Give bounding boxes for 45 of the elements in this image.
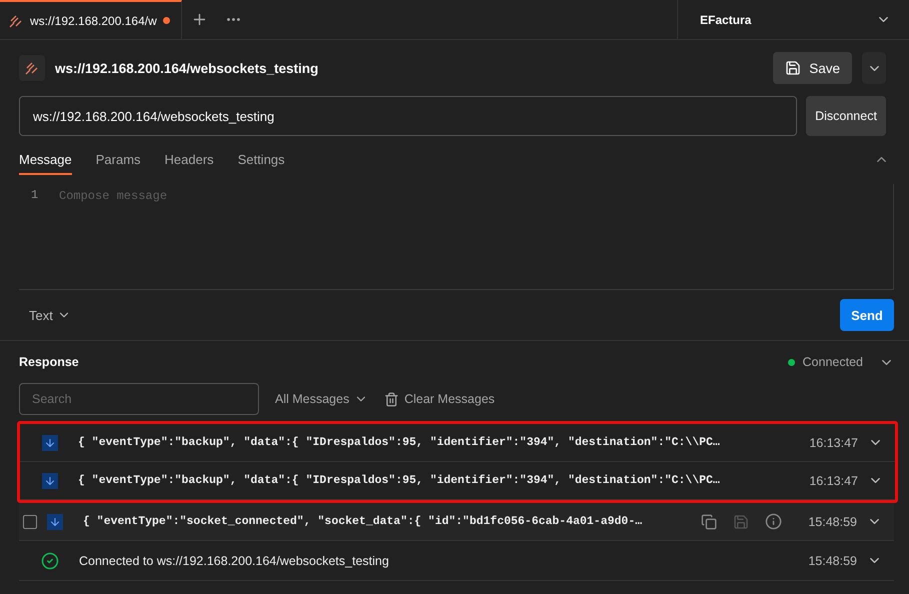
filter-dropdown[interactable]: All Messages: [275, 392, 368, 406]
message-text: { "eventType":"socket_connected", "socket_data":{ "id":"bd1fc056-6cab-4a01-a9d0-…: [83, 515, 643, 528]
line-number: 1: [30, 187, 40, 204]
message-tab[interactable]: Message: [19, 152, 72, 175]
tab-label: ws://192.168.200.164/w: [30, 14, 157, 28]
response-title: Response: [19, 355, 79, 369]
environment-selector[interactable]: EFactura: [677, 0, 909, 39]
message-tab[interactable]: Params: [96, 152, 141, 175]
arrow-down-icon: [42, 472, 58, 488]
send-button[interactable]: Send: [840, 299, 894, 331]
disconnect-button[interactable]: Disconnect: [806, 96, 886, 136]
message-time: 15:48:59: [808, 514, 857, 528]
copy-icon[interactable]: [701, 514, 718, 530]
message-editor[interactable]: Compose message: [59, 184, 894, 289]
message-row[interactable]: Connected to ws://192.168.200.164/websockets_testing 15:48:59: [19, 541, 894, 581]
connection-status: Connected: [802, 355, 863, 369]
info-icon[interactable]: [765, 513, 782, 530]
message-row[interactable]: { "eventType":"backup", "data":{ "IDrespaldos":95, "identifier":"394", "destination":"C:\\PC… 16:13:47: [20, 462, 895, 500]
message-row[interactable]: { "eventType":"socket_connected", "socket_data":{ "id":"bd1fc056-6cab-4a01-a9d0-… 15:48:59: [19, 503, 894, 541]
save-options-button[interactable]: [862, 52, 886, 84]
check-circle-icon: [41, 552, 59, 570]
trash-icon: [384, 392, 400, 406]
message-time: 16:13:47: [809, 474, 858, 488]
request-tab[interactable]: ws://192.168.200.164/w: [0, 0, 182, 39]
checkbox[interactable]: [23, 514, 37, 528]
socket-icon: [8, 12, 24, 28]
arrow-down-icon: [42, 434, 58, 450]
clear-messages-button[interactable]: Clear Messages: [384, 392, 495, 406]
socket-icon: [19, 55, 45, 81]
message-text: { "eventType":"backup", "data":{ "IDrespaldos":95, "identifier":"394", "destination":"C:\\PC…: [78, 474, 721, 487]
arrow-down-icon: [47, 514, 63, 530]
message-tab[interactable]: Settings: [238, 152, 285, 175]
search-field[interactable]: Search: [19, 383, 259, 415]
save-icon: [785, 60, 802, 76]
message-tab[interactable]: Headers: [164, 152, 214, 175]
message-time: 16:13:47: [809, 436, 858, 450]
url-field[interactable]: ws://192.168.200.164/websockets_testing: [19, 96, 797, 136]
request-title: ws://192.168.200.164/websockets_testing: [55, 60, 318, 76]
message-time: 15:48:59: [808, 554, 857, 568]
save-button[interactable]: Save: [773, 52, 852, 84]
message-row[interactable]: { "eventType":"backup", "data":{ "IDrespaldos":95, "identifier":"394", "destination":"C:\\PC… 16:13:47: [20, 424, 895, 462]
message-text: { "eventType":"backup", "data":{ "IDrespaldos":95, "identifier":"394", "destination":"C:\\PC…: [78, 436, 721, 449]
message-text: Connected to ws://192.168.200.164/websockets_testing: [79, 554, 390, 568]
format-dropdown[interactable]: Text: [19, 308, 81, 322]
unsaved-dot: [162, 17, 170, 24]
